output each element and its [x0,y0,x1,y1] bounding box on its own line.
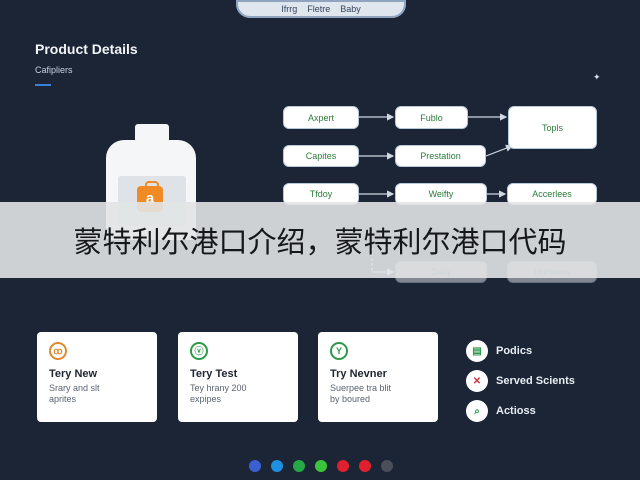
side-action-served-scients[interactable]: ✕ Served Scients [466,370,575,392]
close-icon: ✕ [466,370,488,392]
tab-ifrrg[interactable]: Ifrrg [281,4,297,14]
side-action-podics[interactable]: ▤ Podics [466,340,532,362]
side-action-actioss[interactable]: ⌕ Actioss [466,400,536,422]
pager-dot-1[interactable] [249,460,261,472]
card-desc-line1: Suerpee tra blit [330,383,392,393]
pager-dot-3[interactable] [293,460,305,472]
card-tery-new[interactable]: ꝏ Tery New Srary and slt aprites [37,332,157,422]
card-desc-line2: expipes [190,394,222,404]
document-icon: ▤ [466,340,488,362]
top-tab-bar: Ifrrg Fletre Baby [236,0,406,18]
pager-dot-2[interactable] [271,460,283,472]
tab-baby[interactable]: Baby [340,4,361,14]
card-try-nevner[interactable]: Y Try Nevner Suerpee tra blit by boured [318,332,438,422]
side-action-label: Actioss [496,405,536,417]
card-desc-line1: Tey hrany 200 [190,383,247,393]
pager-dot-5[interactable] [337,460,349,472]
card-title: Tery Test [190,368,238,380]
tab-fletre[interactable]: Fletre [307,4,330,14]
flow-node-topls[interactable]: Topls [508,106,597,149]
card-desc-line1: Srary and slt [49,383,100,393]
flow-node-axpert[interactable]: Axpert [283,106,359,129]
card-desc-line2: aprites [49,394,77,404]
card-desc-line2: by boured [330,394,371,404]
pager-dot-7[interactable] [381,460,393,472]
check-circle-icon: ⓥ [190,342,208,360]
overlay-banner: 蒙特利尔港口介绍，蒙特利尔港口代码 [0,202,640,278]
flow-node-capites[interactable]: Capites [283,145,359,167]
pager-dots [249,460,393,472]
card-tery-test[interactable]: ⓥ Tery Test Tey hrany 200 expipes [178,332,298,422]
banner-text: 蒙特利尔港口介绍，蒙特利尔港口代码 [73,225,567,259]
pager-dot-4[interactable] [315,460,327,472]
page-title: Product Details [35,41,138,57]
sparkle-icon: ✦ [593,72,601,82]
side-action-label: Podics [496,345,533,357]
side-action-label: Served Scients [496,375,575,387]
card-title: Try Nevner [330,368,387,380]
card-title: Tery New [49,368,98,380]
flow-node-prestation[interactable]: Prestation [395,145,486,167]
infinity-icon: ꝏ [49,342,67,360]
search-icon: ⌕ [466,400,488,422]
flow-node-fublo[interactable]: Fublo [395,106,468,129]
page-subtitle: Cafipliers [35,65,73,75]
y-badge-icon: Y [330,342,348,360]
pager-dot-6[interactable] [359,460,371,472]
subtitle-underline [35,84,51,86]
